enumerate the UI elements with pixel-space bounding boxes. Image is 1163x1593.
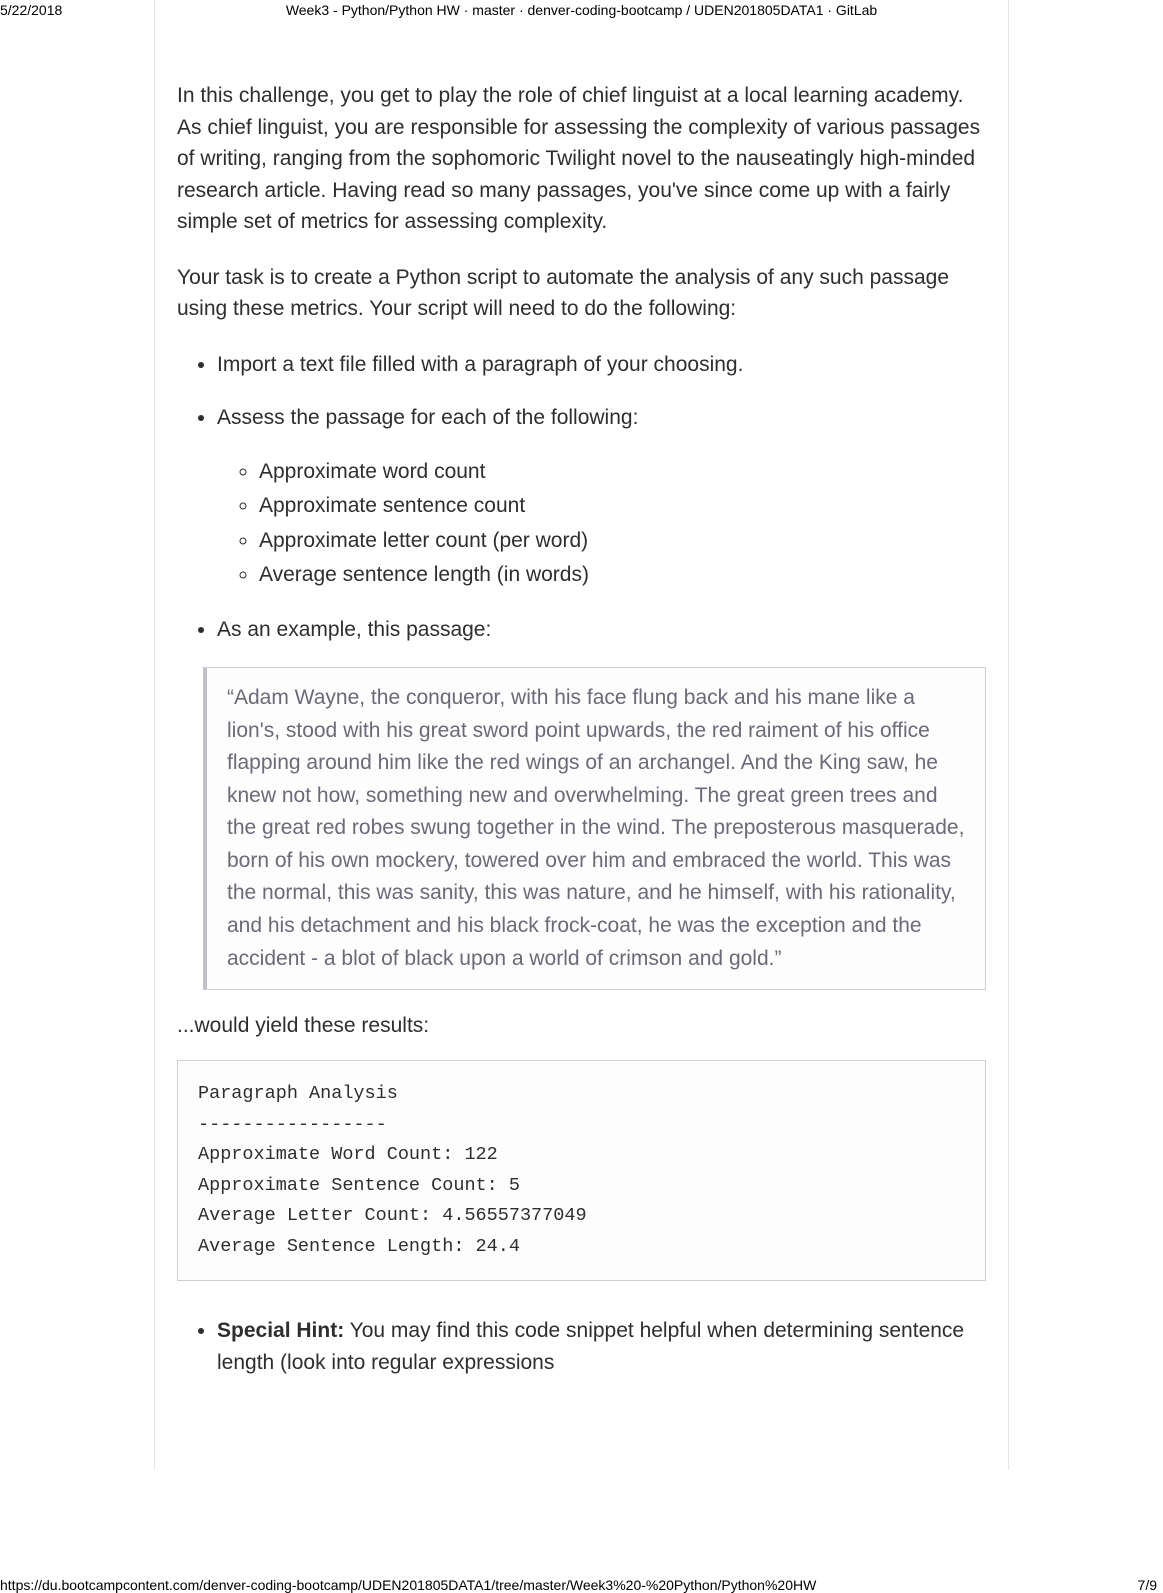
intro-paragraph-1: In this challenge, you get to play the r… <box>177 80 986 238</box>
task-list: Import a text file filled with a paragra… <box>177 349 986 646</box>
metric-sentence-count: Approximate sentence count <box>259 490 986 523</box>
task-item-assess: Assess the passage for each of the follo… <box>217 402 986 592</box>
hint-list: Special Hint: You may find this code sni… <box>177 1315 986 1378</box>
document-body: In this challenge, you get to play the r… <box>154 0 1009 1470</box>
results-label: ...would yield these results: <box>177 1014 986 1038</box>
hint-label: Special Hint: <box>217 1319 344 1342</box>
metric-letter-count: Approximate letter count (per word) <box>259 525 986 558</box>
results-code-block: Paragraph Analysis ----------------- App… <box>177 1060 986 1281</box>
intro-paragraph-2: Your task is to create a Python script t… <box>177 262 986 325</box>
hint-item: Special Hint: You may find this code sni… <box>217 1315 986 1378</box>
page-container: 5/22/2018 Week3 - Python/Python HW · mas… <box>0 0 1163 1585</box>
metric-word-count: Approximate word count <box>259 456 986 489</box>
task-item-example: As an example, this passage: <box>217 614 986 646</box>
print-footer-url: https://du.bootcampcontent.com/denver-co… <box>0 1577 816 1593</box>
task-item-import: Import a text file filled with a paragra… <box>217 349 986 381</box>
metrics-list: Approximate word count Approximate sente… <box>217 456 986 592</box>
print-date: 5/22/2018 <box>0 2 62 18</box>
example-passage-quote: “Adam Wayne, the conqueror, with his fac… <box>203 667 986 990</box>
print-footer-page: 7/9 <box>1138 1577 1157 1593</box>
metric-sentence-length: Average sentence length (in words) <box>259 559 986 592</box>
print-title: Week3 - Python/Python HW · master · denv… <box>286 2 877 18</box>
task-item-assess-label: Assess the passage for each of the follo… <box>217 406 638 429</box>
